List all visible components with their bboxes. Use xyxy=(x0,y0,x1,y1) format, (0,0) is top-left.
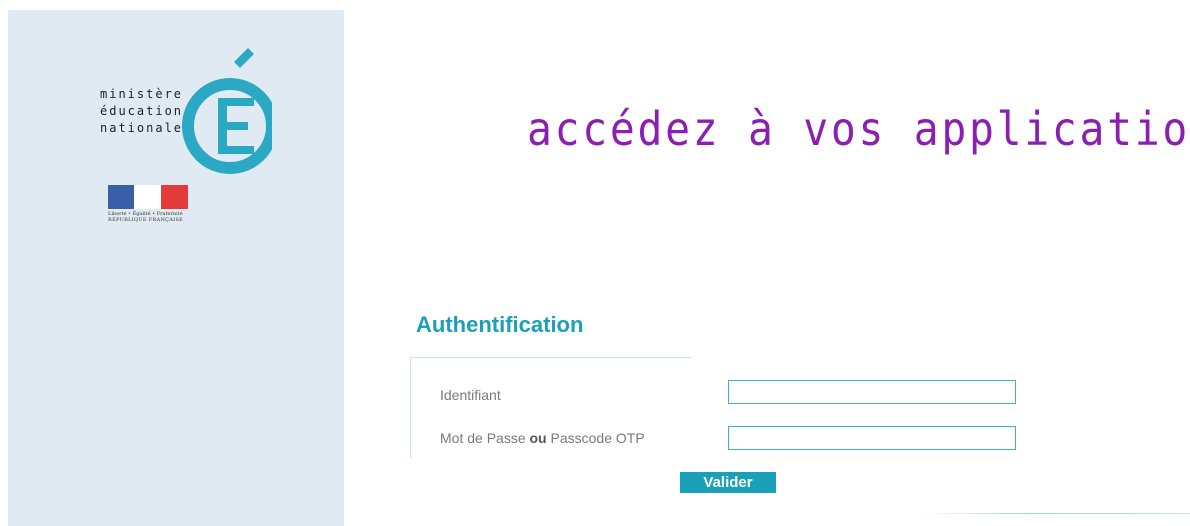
republic-name: RÉPUBLIQUE FRANÇAISE xyxy=(108,217,184,223)
footer-divider xyxy=(918,513,1190,514)
page-headline: accédez à vos applications xyxy=(527,102,1190,156)
password-label: Mot de Passe ou Passcode OTP xyxy=(440,430,645,446)
ministry-line-3: nationale xyxy=(100,121,184,135)
ministry-logo: ministère éducation nationale xyxy=(100,34,280,184)
french-flag-icon xyxy=(108,185,188,209)
password-label-post: Passcode OTP xyxy=(546,430,645,446)
identifier-input[interactable] xyxy=(728,380,1016,404)
password-label-or: ou xyxy=(529,430,547,446)
ministry-line-2: éducation xyxy=(100,104,184,118)
ministry-line-1: ministère xyxy=(100,87,184,101)
login-page: ministère éducation nationale Liberté • … xyxy=(0,0,1190,526)
submit-button[interactable]: Valider xyxy=(680,472,776,493)
auth-title: Authentification xyxy=(416,312,584,337)
password-input[interactable] xyxy=(728,426,1016,450)
identifier-label: Identifiant xyxy=(440,387,501,403)
e-emblem-icon xyxy=(182,48,272,174)
sidebar-panel: ministère éducation nationale Liberté • … xyxy=(8,10,344,526)
password-label-pre: Mot de Passe xyxy=(440,430,530,446)
ministry-name: ministère éducation nationale xyxy=(100,86,183,137)
republic-motto: Liberté • Égalité • Fraternité RÉPUBLIQU… xyxy=(108,211,183,223)
